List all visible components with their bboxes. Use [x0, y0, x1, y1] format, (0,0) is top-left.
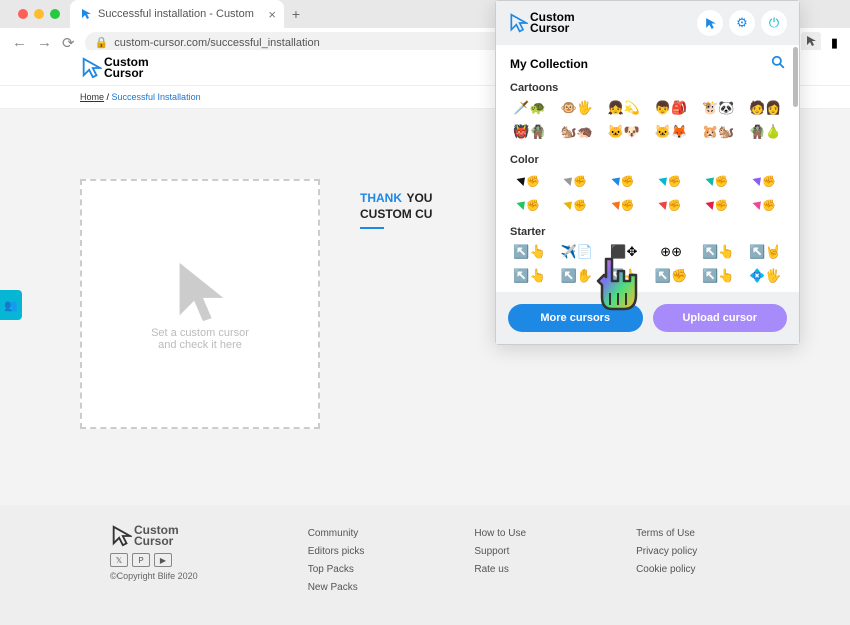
cursor-option[interactable]: 🐹🐿️ — [699, 122, 738, 142]
cursor-option[interactable]: 💠🖐️ — [746, 266, 785, 286]
test-text-1: Set a custom cursor — [151, 327, 249, 339]
cursor-option-color[interactable]: ✊ — [557, 194, 596, 214]
popup-scrollbar[interactable] — [793, 47, 798, 107]
back-button[interactable]: ← — [12, 34, 27, 51]
cursor-option-color[interactable]: ✊ — [557, 170, 596, 190]
cursor-option[interactable]: 👧💫 — [604, 98, 643, 118]
category-color: Color — [496, 148, 799, 170]
cursor-option-color[interactable]: ✊ — [510, 194, 549, 214]
side-tab[interactable]: 👥 — [0, 290, 22, 320]
cursor-option-color[interactable]: ✊ — [699, 170, 738, 190]
popup-header: CustomCursor ⚙ ⏻ — [496, 1, 799, 45]
cursor-option[interactable]: ↖️👆 — [510, 242, 549, 262]
footer-link[interactable]: Community — [308, 525, 365, 543]
footer-brand: CustomCursor 𝕏 P ▶ ©Copyright Blife 2020 — [110, 525, 198, 625]
search-icon[interactable] — [771, 55, 785, 72]
footer-col-1: CommunityEditors picksTop PacksNew Packs — [308, 525, 365, 625]
cursor-option[interactable]: ↖️✊ — [652, 266, 691, 286]
forward-button[interactable]: → — [37, 34, 52, 51]
footer-link[interactable]: Editors picks — [308, 543, 365, 561]
cursor-option[interactable]: ↖️🤘 — [746, 242, 785, 262]
cartoons-grid: 🗡️🐢 🐵🖐️ 👧💫 👦🎒 🐮🐼 🧑👩 👹🧌 🐿️🦔 🐱🐶 🐱🦊 🐹🐿️ 🧌🍐 — [496, 98, 799, 148]
footer-col-3: Terms of UsePrivacy policyCookie policy — [636, 525, 697, 625]
category-starter: Starter — [496, 220, 799, 242]
cursor-option-color[interactable]: ✊ — [652, 170, 691, 190]
thankyou-block: THANK YOU CUSTOM CU — [360, 189, 432, 429]
cursor-option[interactable]: 🐱🐶 — [604, 122, 643, 142]
tab-close-icon[interactable]: × — [268, 7, 276, 22]
footer-link[interactable]: Cookie policy — [636, 561, 697, 579]
cursor-logo-icon — [80, 57, 102, 79]
cursor-option-color[interactable]: ✊ — [604, 194, 643, 214]
twitter-icon[interactable]: 𝕏 — [110, 553, 128, 567]
cursor-option[interactable]: 🐵🖐️ — [557, 98, 596, 118]
popup-logo: CustomCursor — [508, 12, 575, 34]
header-logo[interactable]: CustomCursor — [80, 57, 149, 79]
youtube-icon[interactable]: ▶ — [154, 553, 172, 567]
popup-settings-button[interactable]: ⚙ — [729, 10, 755, 36]
collection-title: My Collection — [510, 57, 588, 71]
cursor-option[interactable]: ↖️👆 — [510, 266, 549, 286]
footer-link[interactable]: How to Use — [474, 525, 526, 543]
close-window[interactable] — [18, 9, 28, 19]
big-cursor-icon — [165, 257, 235, 327]
footer-link[interactable]: Top Packs — [308, 561, 365, 579]
cursor-option[interactable]: 🧌🍐 — [746, 122, 785, 142]
footer-link[interactable]: Terms of Use — [636, 525, 697, 543]
tab-title: Successful installation - Custom — [98, 8, 254, 20]
browser-tab[interactable]: Successful installation - Custom × — [70, 0, 284, 28]
pinterest-icon[interactable]: P — [132, 553, 150, 567]
cursor-option[interactable]: 🐮🐼 — [699, 98, 738, 118]
cursor-option[interactable]: ⊕⊕ — [652, 242, 691, 262]
cursor-option[interactable]: 🐿️🦔 — [557, 122, 596, 142]
test-text-2: and check it here — [158, 339, 242, 351]
extension-popup: CustomCursor ⚙ ⏻ My Collection Cartoons … — [495, 0, 800, 345]
hover-hand-cursor — [590, 255, 645, 320]
breadcrumb-current[interactable]: Successful Installation — [112, 92, 201, 102]
cursor-logo-icon — [508, 13, 528, 33]
cursor-option-color[interactable]: ✊ — [604, 170, 643, 190]
starter-grid: ↖️👆✈️📄⬛✥⊕⊕↖️👆↖️🤘↖️👆↖️✋↖️👆↖️✊↖️👆💠🖐️ — [496, 242, 799, 292]
category-cartoons: Cartoons — [496, 76, 799, 98]
upload-cursor-button[interactable]: Upload cursor — [653, 304, 788, 332]
accent-line — [360, 227, 384, 229]
footer: CustomCursor 𝕏 P ▶ ©Copyright Blife 2020… — [0, 505, 850, 625]
footer-link[interactable]: New Packs — [308, 579, 365, 597]
maximize-window[interactable] — [50, 9, 60, 19]
cursor-option-color[interactable]: ✊ — [652, 194, 691, 214]
cursor-option[interactable]: 🗡️🐢 — [510, 98, 549, 118]
cursor-option[interactable]: 🐱🦊 — [652, 122, 691, 142]
cursor-option-color[interactable]: ✊ — [746, 194, 785, 214]
breadcrumb-home[interactable]: Home — [80, 92, 104, 102]
tab-favicon — [80, 8, 92, 20]
cursor-option[interactable]: 🧑👩 — [746, 98, 785, 118]
url-text: custom-cursor.com/successful_installatio… — [114, 37, 319, 49]
popup-footer: More cursors Upload cursor — [496, 292, 799, 344]
copyright: ©Copyright Blife 2020 — [110, 571, 198, 581]
cursor-option-color[interactable]: ✊ — [746, 170, 785, 190]
cursor-option[interactable]: ↖️👆 — [699, 266, 738, 286]
cursor-option[interactable]: ↖️👆 — [699, 242, 738, 262]
lock-icon: 🔒 — [95, 36, 109, 49]
popup-pointer-button[interactable] — [697, 10, 723, 36]
footer-col-2: How to UseSupportRate us — [474, 525, 526, 625]
cursor-test-area[interactable]: Set a custom cursor and check it here — [80, 179, 320, 429]
cursor-option-color[interactable]: ✊ — [510, 170, 549, 190]
footer-link[interactable]: Rate us — [474, 561, 526, 579]
footer-logo-icon — [110, 525, 132, 547]
reload-button[interactable]: ⟳ — [62, 34, 75, 52]
cursor-option-color[interactable]: ✊ — [699, 194, 738, 214]
social-icons: 𝕏 P ▶ — [110, 553, 198, 567]
popup-power-button[interactable]: ⏻ — [761, 10, 787, 36]
window-controls — [8, 9, 70, 19]
cursor-option[interactable]: 👹🧌 — [510, 122, 549, 142]
footer-link[interactable]: Privacy policy — [636, 543, 697, 561]
minimize-window[interactable] — [34, 9, 44, 19]
footer-link[interactable]: Support — [474, 543, 526, 561]
color-grid: ✊ ✊ ✊ ✊ ✊ ✊ ✊ ✊ ✊ ✊ ✊ ✊ — [496, 170, 799, 220]
other-ext-icon[interactable]: ▮ — [831, 35, 838, 51]
cursor-option[interactable]: 👦🎒 — [652, 98, 691, 118]
new-tab-button[interactable]: + — [292, 6, 300, 22]
